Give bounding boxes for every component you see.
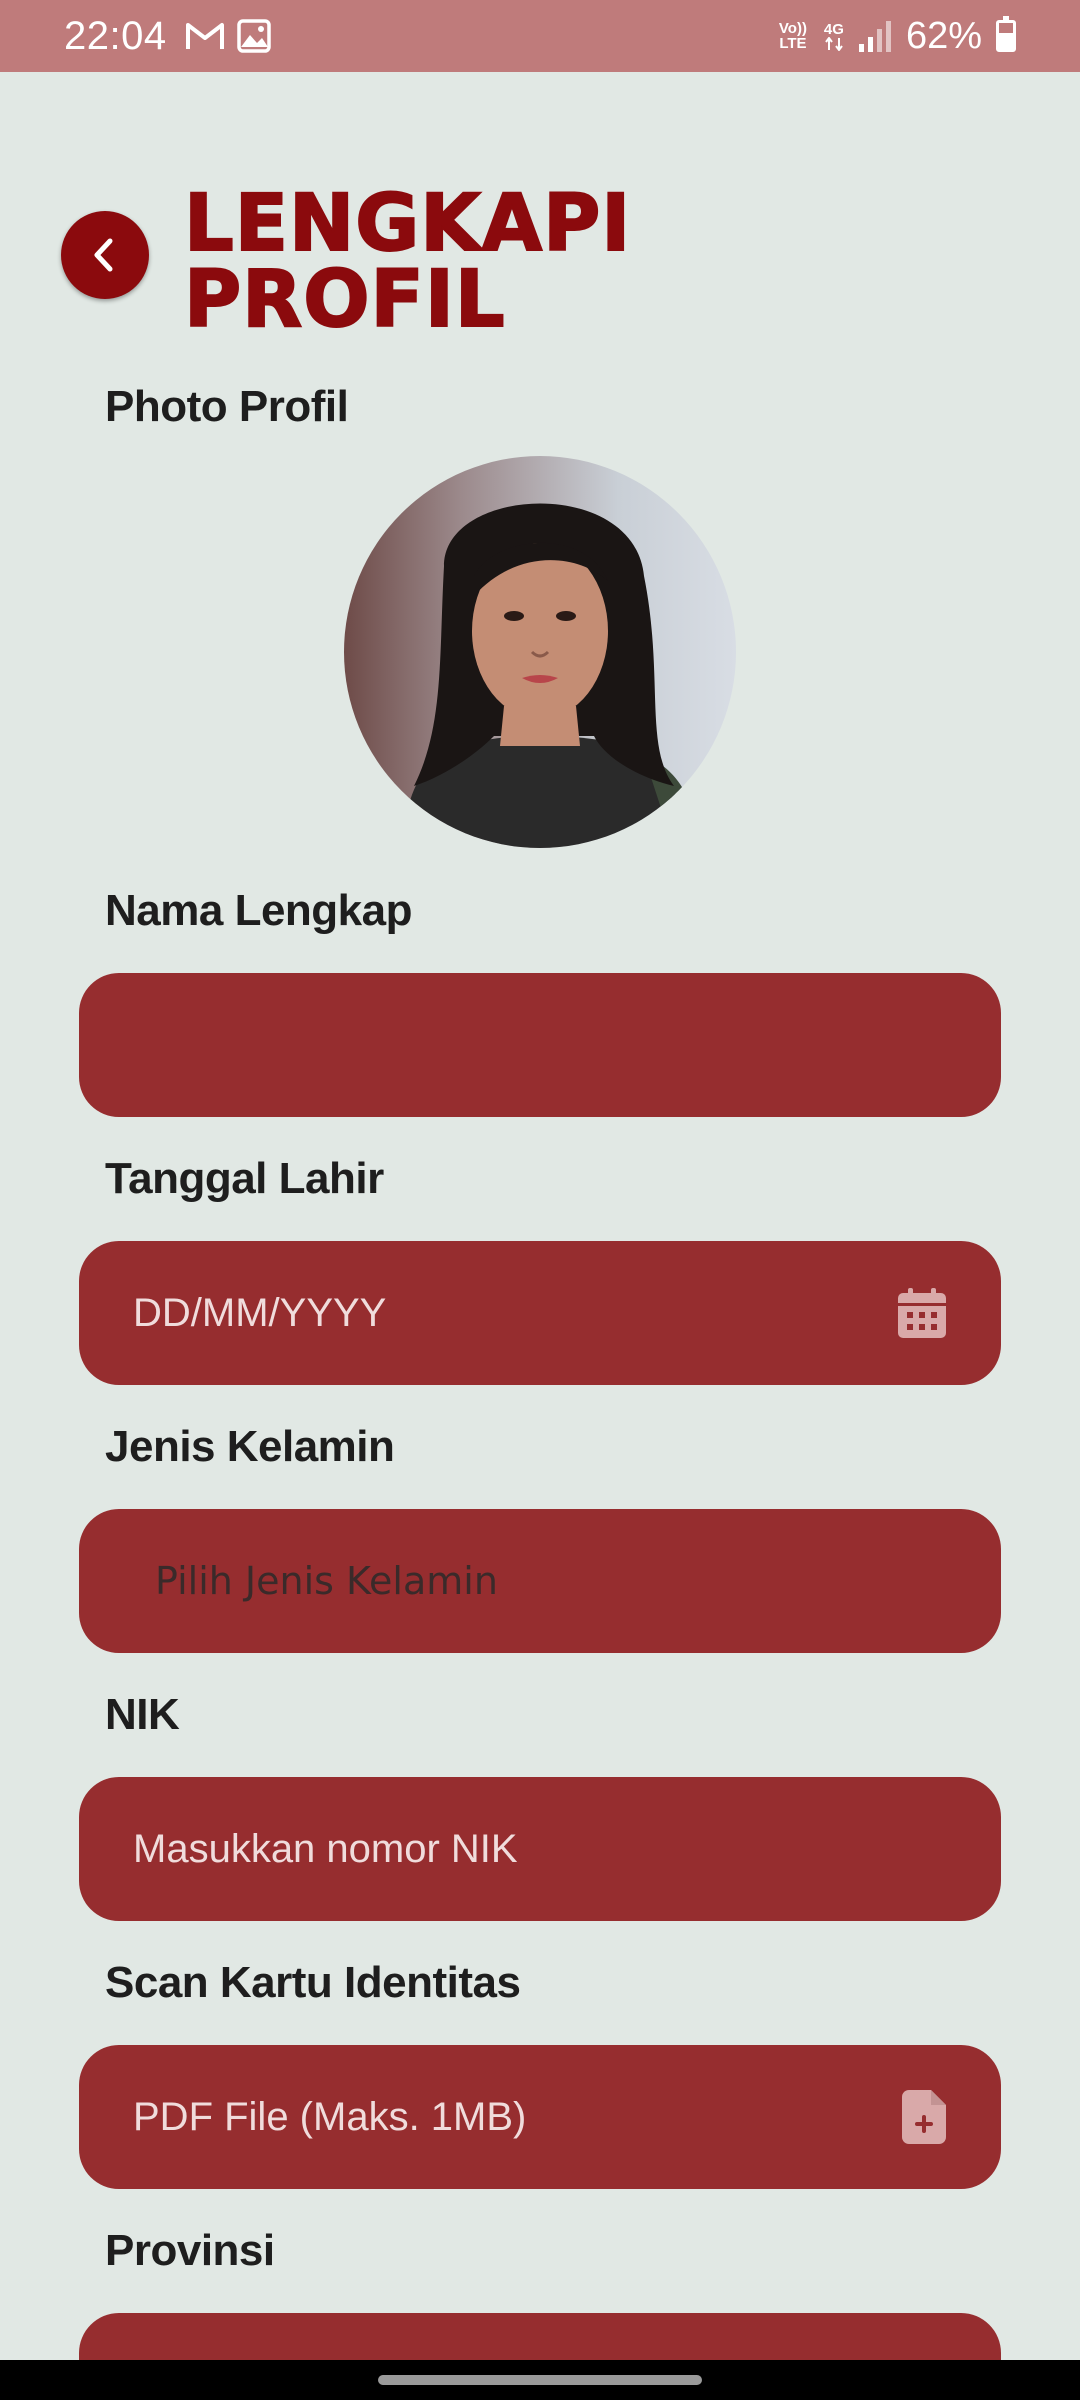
nik-label: NIK [105,1690,180,1739]
birth-date-placeholder: DD/MM/YYYY [133,1290,387,1335]
back-button[interactable] [61,211,149,299]
status-right: Vo)) LTE 4G 62% [776,15,1016,58]
status-bar: 22:04 Vo)) LTE 4G 62% [0,0,1080,72]
gender-label: Jenis Kelamin [105,1422,395,1471]
signal-icon [858,21,891,52]
nik-field[interactable]: Masukkan nomor NIK [79,1777,1001,1921]
full-name-field[interactable] [79,973,1001,1117]
full-name-label: Nama Lengkap [105,886,412,935]
status-time: 22:04 [64,13,167,58]
data-arrows-icon [825,36,843,51]
gmail-icon [185,23,224,49]
network-4g-indicator: 4G [824,22,844,51]
gender-placeholder: Pilih Jenis Kelamin [155,1559,498,1603]
photo-profile-label: Photo Profil [105,382,349,431]
gender-select[interactable]: Pilih Jenis Kelamin [79,1509,1001,1653]
volte-indicator: Vo)) LTE [778,20,807,52]
nik-placeholder: Masukkan nomor NIK [133,1826,518,1871]
home-gesture-handle[interactable] [378,2375,702,2385]
page-title-line2: PROFIL [183,255,506,345]
profile-photo-image [344,456,736,848]
profile-photo[interactable] [344,456,736,848]
id-scan-label: Scan Kartu Identitas [105,1958,521,2007]
screen: 22:04 Vo)) LTE 4G 62% LENGKAPI PROFIL Ph… [0,0,1080,2400]
birth-date-label: Tanggal Lahir [105,1154,384,1203]
gallery-icon [236,19,271,53]
battery-percent: 62% [905,14,982,57]
id-scan-placeholder: PDF File (Maks. 1MB) [133,2094,527,2139]
calendar-icon[interactable] [897,1287,947,1339]
battery-icon [996,16,1016,52]
birth-date-field[interactable]: DD/MM/YYYY [79,1241,1001,1385]
page-title: LENGKAPI PROFIL [183,179,884,345]
notification-icons [185,19,271,53]
id-scan-upload[interactable]: PDF File (Maks. 1MB) [79,2045,1001,2189]
chevron-left-icon [94,238,113,272]
page-title-line1: LENGKAPI [183,179,632,269]
province-label: Provinsi [105,2226,275,2275]
file-add-icon[interactable] [901,2089,947,2145]
navigation-bar [0,2360,1080,2400]
